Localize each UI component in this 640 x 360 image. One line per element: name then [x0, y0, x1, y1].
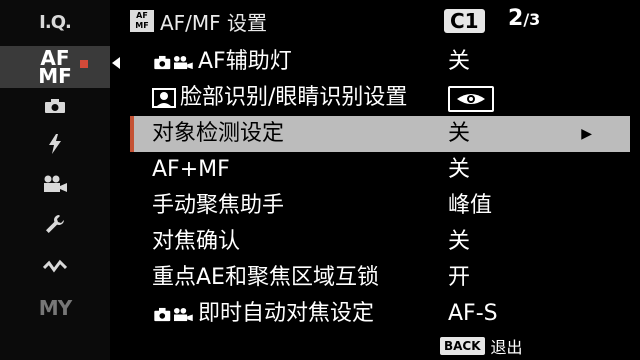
exit-label: 退出	[490, 338, 523, 357]
photo-movie-icon	[154, 55, 193, 69]
row-label: 重点AE和聚焦区域互锁	[152, 265, 379, 290]
row-value: AF-S	[448, 301, 498, 326]
af-mf-icon: AF MF	[38, 46, 72, 88]
settings-list: AF辅助灯 关 脸部识别/眼睛识别设置 对象检测设定 关 ▶ AF+MF 关 手…	[130, 44, 630, 332]
page-title: AF/MF 设置	[160, 10, 268, 35]
flash-icon	[49, 134, 61, 154]
row-label: AF辅助灯	[198, 49, 292, 74]
menu-row-af-illuminator[interactable]: AF辅助灯 关	[130, 44, 630, 80]
eye-detection-icon	[448, 86, 494, 112]
tab-setup[interactable]	[0, 206, 110, 242]
footer-hint: BACK 退出	[440, 336, 523, 357]
row-label: AF+MF	[152, 157, 230, 182]
menu-row-interlock-spot-ae[interactable]: 重点AE和聚焦区域互锁 开	[130, 260, 630, 296]
tab-image-quality[interactable]: I.Q.	[0, 4, 110, 40]
wireless-icon	[43, 259, 67, 273]
face-icon	[152, 88, 176, 108]
row-value: 峰值	[448, 193, 493, 218]
menu-row-face-eye-detection[interactable]: 脸部识别/眼睛识别设置	[130, 80, 630, 116]
row-label: 对焦确认	[152, 229, 241, 254]
af-mf-header-icon: AF MF	[130, 10, 154, 32]
page-current: 2	[508, 6, 524, 31]
menu-row-focus-check[interactable]: 对焦确认 关	[130, 224, 630, 260]
row-label: 对象检测设定	[152, 121, 285, 146]
page-total: /3	[523, 10, 541, 29]
row-value: 关	[448, 121, 471, 146]
active-tab-pointer	[112, 57, 120, 69]
menu-row-af-mf[interactable]: AF+MF 关	[130, 152, 630, 188]
image-quality-icon: I.Q.	[39, 11, 72, 33]
wrench-icon	[46, 215, 64, 233]
selected-tab-marker	[80, 60, 88, 68]
menu-header: AF MF AF/MF 设置 C1 2/3	[130, 6, 630, 36]
row-value: 关	[448, 229, 471, 254]
movie-camera-icon	[44, 175, 67, 192]
menu-row-subject-detection[interactable]: 对象检测设定 关 ▶	[130, 116, 630, 152]
submenu-arrow-icon: ▶	[581, 126, 592, 142]
tab-shooting[interactable]	[0, 88, 110, 124]
tab-flash[interactable]	[0, 126, 110, 162]
camera-icon	[45, 99, 65, 113]
tab-connection[interactable]	[0, 248, 110, 284]
menu-row-instant-af[interactable]: 即时自动对焦设定 AF-S	[130, 296, 630, 332]
row-label: 即时自动对焦设定	[198, 301, 375, 326]
menu-row-mf-assist[interactable]: 手动聚焦助手 峰值	[130, 188, 630, 224]
row-value: 开	[448, 265, 471, 290]
row-label: 手动聚焦助手	[152, 193, 285, 218]
menu-tab-strip: I.Q. AF MF MY	[0, 0, 110, 360]
photo-movie-icon	[154, 307, 193, 321]
back-button[interactable]: BACK	[440, 337, 485, 355]
tab-movie[interactable]	[0, 166, 110, 202]
row-label: 脸部识别/眼睛识别设置	[180, 85, 408, 110]
tab-af-mf[interactable]: AF MF	[0, 46, 110, 88]
row-value: 关	[448, 49, 471, 74]
my-menu-icon: MY	[38, 296, 72, 320]
custom-mode-badge: C1	[444, 9, 485, 33]
row-value: 关	[448, 157, 471, 182]
page-indicator: 2/3	[508, 6, 540, 31]
tab-my-menu[interactable]: MY	[0, 290, 110, 326]
